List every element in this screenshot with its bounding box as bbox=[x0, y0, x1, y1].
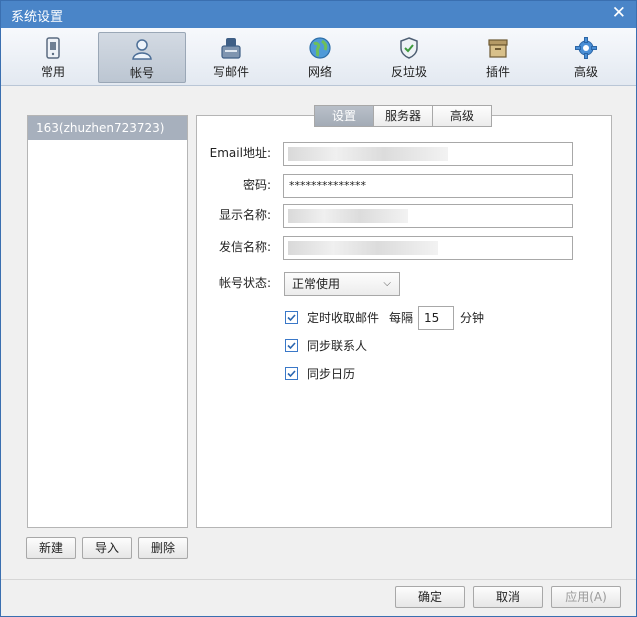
general-icon bbox=[9, 36, 97, 60]
display-name-label: 显示名称: bbox=[218, 208, 271, 222]
toolbar-advanced-label: 高级 bbox=[573, 65, 598, 79]
advanced-gear-icon bbox=[542, 36, 630, 60]
settings-content: 163(zhuzhen723723) 新建 导入 删除 Email地址: 密码:… bbox=[1, 87, 636, 579]
account-status-label: 帐号状态: bbox=[218, 276, 271, 290]
delete-account-button[interactable]: 删除 bbox=[138, 537, 188, 559]
checkmark-icon bbox=[287, 370, 296, 378]
account-list-item[interactable]: 163(zhuzhen723723) bbox=[28, 116, 187, 140]
new-account-button[interactable]: 新建 bbox=[26, 537, 76, 559]
settings-toolbar: 常用 帐号 写邮件 网络 反垃圾 插件 高级 bbox=[1, 28, 636, 86]
ok-button[interactable]: 确定 bbox=[395, 586, 465, 608]
interval-input[interactable]: 15 bbox=[418, 306, 454, 330]
toolbar-account[interactable]: 帐号 bbox=[98, 32, 186, 83]
account-icon bbox=[99, 37, 185, 61]
toolbar-antispam[interactable]: 反垃圾 bbox=[365, 32, 453, 83]
display-name-field[interactable] bbox=[283, 204, 573, 228]
sync-calendar-label: 同步日历 bbox=[307, 367, 356, 381]
tab-server[interactable]: 服务器 bbox=[373, 105, 433, 127]
sync-calendar-checkbox[interactable] bbox=[285, 367, 298, 380]
minutes-label: 分钟 bbox=[460, 311, 485, 325]
password-label: 密码: bbox=[242, 178, 271, 192]
tab-settings[interactable]: 设置 bbox=[314, 105, 374, 127]
toolbar-advanced[interactable]: 高级 bbox=[542, 32, 630, 83]
sync-contacts-label: 同步联系人 bbox=[307, 339, 368, 353]
auto-receive-label: 定时收取邮件 bbox=[307, 311, 380, 325]
settings-window: 系统设置 ✕ 常用 帐号 写邮件 网络 反垃圾 插件 高级 163(zhuzhe… bbox=[0, 0, 637, 617]
toolbar-plugins-label: 插件 bbox=[485, 65, 510, 79]
redacted-display-name bbox=[288, 209, 408, 223]
redacted-sender-name bbox=[288, 241, 438, 255]
account-list[interactable]: 163(zhuzhen723723) bbox=[27, 115, 188, 528]
toolbar-plugins[interactable]: 插件 bbox=[454, 32, 542, 83]
toolbar-general[interactable]: 常用 bbox=[9, 32, 97, 83]
sender-name-field[interactable] bbox=[283, 236, 573, 260]
toolbar-compose[interactable]: 写邮件 bbox=[187, 32, 275, 83]
toolbar-general-label: 常用 bbox=[40, 65, 65, 79]
toolbar-compose-label: 写邮件 bbox=[212, 65, 249, 79]
account-status-value: 正常使用 bbox=[292, 277, 341, 291]
toolbar-network[interactable]: 网络 bbox=[276, 32, 364, 83]
every-label: 每隔 bbox=[389, 311, 414, 325]
compose-icon bbox=[187, 36, 275, 60]
plugin-box-icon bbox=[454, 36, 542, 60]
cancel-button[interactable]: 取消 bbox=[473, 586, 543, 608]
chevron-down-icon: ⌵ bbox=[383, 278, 391, 289]
sender-name-label: 发信名称: bbox=[218, 240, 271, 254]
redacted-email bbox=[288, 147, 448, 161]
auto-receive-checkbox[interactable] bbox=[285, 311, 298, 324]
toolbar-antispam-label: 反垃圾 bbox=[390, 65, 427, 79]
close-icon[interactable]: ✕ bbox=[612, 3, 626, 23]
import-account-button[interactable]: 导入 bbox=[82, 537, 132, 559]
password-field[interactable]: ************** bbox=[283, 174, 573, 198]
sync-contacts-checkbox[interactable] bbox=[285, 339, 298, 352]
dialog-footer: 确定 取消 应用(A) bbox=[1, 579, 636, 616]
account-status-select[interactable]: 正常使用 ⌵ bbox=[284, 272, 400, 296]
checkmark-icon bbox=[287, 342, 296, 350]
email-field[interactable] bbox=[283, 142, 573, 166]
tab-advanced[interactable]: 高级 bbox=[432, 105, 492, 127]
apply-button[interactable]: 应用(A) bbox=[551, 586, 621, 608]
toolbar-account-label: 帐号 bbox=[129, 66, 154, 80]
settings-tabs: 设置 服务器 高级 bbox=[314, 105, 492, 127]
toolbar-network-label: 网络 bbox=[307, 65, 332, 79]
email-label: Email地址: bbox=[209, 146, 271, 160]
checkmark-icon bbox=[287, 314, 296, 322]
window-title: 系统设置 bbox=[11, 10, 64, 25]
antispam-shield-icon bbox=[365, 36, 453, 60]
network-icon bbox=[276, 36, 364, 60]
title-bar: 系统设置 ✕ bbox=[1, 1, 636, 28]
account-settings-panel: Email地址: 密码: ************** 显示名称: 发信名称: … bbox=[196, 115, 612, 528]
